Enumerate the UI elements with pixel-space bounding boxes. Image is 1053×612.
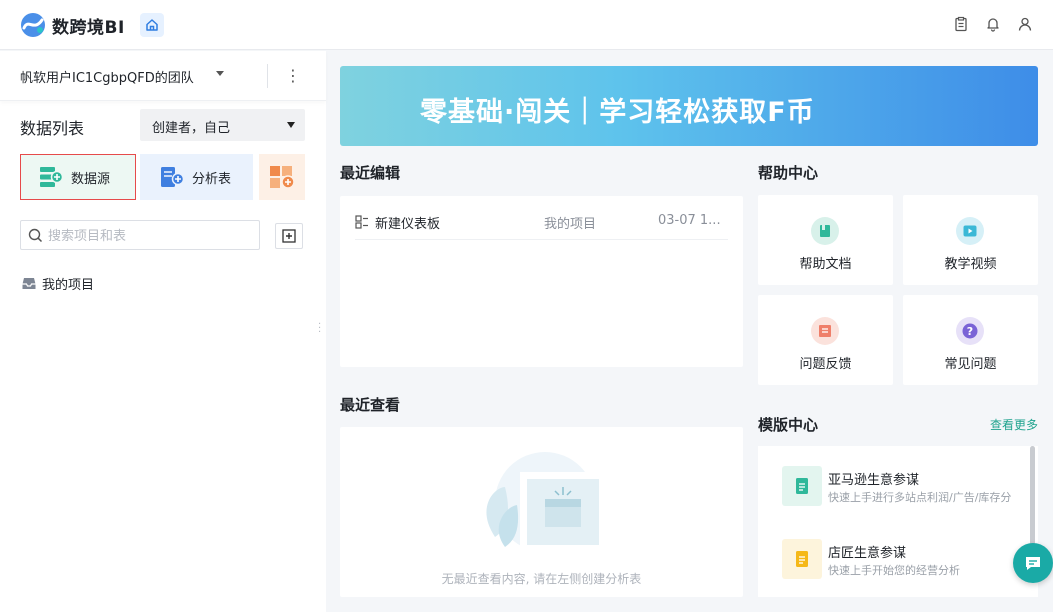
help-card-feedback[interactable]: 问题反馈 xyxy=(758,295,893,385)
template-title: 亚马逊生意参谋 xyxy=(828,473,920,488)
dashboard-button[interactable] xyxy=(259,154,305,200)
template-title: 店匠生意参谋 xyxy=(828,546,907,561)
add-button[interactable] xyxy=(275,223,303,249)
chat-icon xyxy=(1026,557,1040,570)
recent-edit-panel: 新建仪表板 我的项目 03-07 1... xyxy=(340,196,743,367)
chat-support-button[interactable] xyxy=(1013,543,1053,583)
recent-view-title: 最近查看 xyxy=(340,396,401,414)
creator-filter-value: 创建者，自己 xyxy=(152,121,231,136)
help-card-faq[interactable]: ? 常见问题 xyxy=(903,295,1038,385)
user-icon[interactable] xyxy=(1017,16,1033,32)
dashboard-icon xyxy=(270,166,295,189)
search-box[interactable] xyxy=(20,220,260,250)
template-item-shoplazza[interactable]: 店匠生意参谋 快速上手开始您的经营分析 xyxy=(782,539,1032,583)
plus-square-icon xyxy=(282,229,296,243)
search-input[interactable] xyxy=(48,226,248,246)
analysis-table-button[interactable]: 分析表 xyxy=(140,154,253,200)
feedback-icon xyxy=(811,317,839,345)
project-item[interactable]: 我的项目 xyxy=(22,274,94,293)
template-subtitle: 快速上手进行多站点利润/广告/库存分 xyxy=(828,491,1012,504)
logo-icon xyxy=(21,13,45,37)
help-videos-label: 教学视频 xyxy=(944,257,997,272)
recent-view-panel: 无最近查看内容, 请在左侧创建分析表 xyxy=(340,427,743,597)
project-label: 我的项目 xyxy=(42,278,95,293)
team-switcher[interactable]: 帆软用户IC1CgbpQFD的团队 ⋮ xyxy=(0,51,326,101)
clipboard-icon[interactable] xyxy=(953,16,969,32)
banner-text: 零基础·闯关｜学习轻松获取F币 xyxy=(420,97,815,128)
template-subtitle: 快速上手开始您的经营分析 xyxy=(828,564,960,577)
help-faq-label: 常见问题 xyxy=(944,357,997,372)
analysis-table-icon xyxy=(161,167,184,187)
empty-illustration xyxy=(486,452,605,552)
caret-down-icon xyxy=(287,122,295,128)
home-icon xyxy=(146,19,158,31)
document-icon xyxy=(782,539,822,579)
svg-text:?: ? xyxy=(967,325,973,338)
recent-edit-name: 新建仪表板 xyxy=(375,217,441,232)
help-feedback-label: 问题反馈 xyxy=(799,357,852,372)
top-bar: 数跨境BI xyxy=(0,0,1053,50)
template-item-amazon[interactable]: 亚马逊生意参谋 快速上手进行多站点利润/广告/库存分 xyxy=(782,466,1032,510)
data-list-title: 数据列表 xyxy=(20,119,85,138)
app-logo[interactable]: 数跨境BI xyxy=(20,12,125,38)
document-icon xyxy=(782,466,822,506)
analysis-table-label: 分析表 xyxy=(192,171,232,187)
bell-icon[interactable] xyxy=(985,16,1001,32)
dashboard-layout-icon xyxy=(355,215,368,229)
resize-handle[interactable]: · · · xyxy=(318,320,322,338)
help-center-title: 帮助中心 xyxy=(758,164,819,182)
see-more-link[interactable]: 查看更多 xyxy=(990,416,1038,433)
datasource-icon xyxy=(40,167,63,187)
creator-filter-select[interactable]: 创建者，自己 xyxy=(140,109,305,141)
recent-edit-title: 最近编辑 xyxy=(340,164,401,182)
more-vertical-icon[interactable]: ⋮ xyxy=(285,65,301,87)
team-name: 帆软用户IC1CgbpQFD的团队 xyxy=(20,71,194,86)
datasource-button[interactable]: 数据源 xyxy=(20,154,136,200)
document-icon xyxy=(811,217,839,245)
help-card-videos[interactable]: 教学视频 xyxy=(903,195,1038,285)
recent-edit-row[interactable]: 新建仪表板 我的项目 03-07 1... xyxy=(355,204,728,240)
recent-edit-time: 03-07 1... xyxy=(658,213,721,228)
empty-message: 无最近查看内容, 请在左侧创建分析表 xyxy=(441,572,642,586)
recent-edit-project: 我的项目 xyxy=(544,217,597,232)
search-icon xyxy=(28,228,43,243)
video-icon xyxy=(956,217,984,245)
home-button[interactable] xyxy=(140,13,164,37)
inbox-icon xyxy=(22,278,36,289)
question-icon: ? xyxy=(956,317,984,345)
divider xyxy=(267,64,268,88)
promo-banner[interactable]: 零基础·闯关｜学习轻松获取F币 xyxy=(340,66,1038,146)
help-card-docs[interactable]: 帮助文档 xyxy=(758,195,893,285)
help-docs-label: 帮助文档 xyxy=(799,257,852,272)
template-center-title: 模版中心 xyxy=(758,416,819,434)
sidebar: 帆软用户IC1CgbpQFD的团队 ⋮ 数据列表 创建者，自己 数据源 分析表 xyxy=(0,51,326,612)
caret-down-icon[interactable] xyxy=(216,71,224,76)
template-list: 亚马逊生意参谋 快速上手进行多站点利润/广告/库存分 店匠生意参谋 快速上手开始… xyxy=(758,446,1038,597)
datasource-label: 数据源 xyxy=(71,171,111,187)
app-name: 数跨境BI xyxy=(52,17,125,38)
